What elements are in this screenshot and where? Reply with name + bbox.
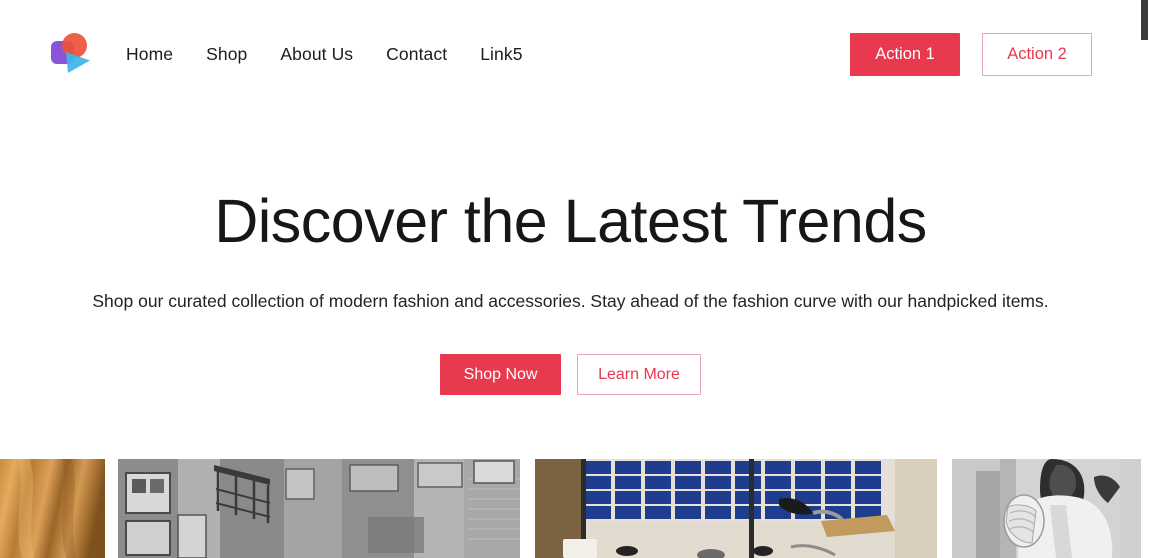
action-1-button[interactable]: Action 1 <box>850 33 960 76</box>
main-nav: Home Shop About Us Contact Link5 <box>126 44 523 65</box>
page-scrollbar-track[interactable] <box>1141 0 1149 558</box>
urban-street-image <box>118 459 520 558</box>
hero-section: Discover the Latest Trends Shop our cura… <box>0 110 1141 396</box>
gallery-image-3[interactable] <box>535 459 937 558</box>
nav-link-link5[interactable]: Link5 <box>480 44 522 65</box>
brand-logo-icon <box>51 33 90 73</box>
page-scrollbar-thumb[interactable] <box>1141 0 1148 40</box>
gallery-image-4[interactable] <box>952 459 1141 558</box>
gallery-image-2[interactable] <box>118 459 520 558</box>
fabric-texture-image <box>0 459 105 558</box>
header-actions: Action 1 Action 2 <box>850 33 1092 76</box>
gallery-image-1[interactable] <box>0 459 105 558</box>
nav-link-shop[interactable]: Shop <box>206 44 247 65</box>
action-2-button[interactable]: Action 2 <box>982 33 1092 76</box>
shoe-boxes-shelf-image <box>535 459 937 558</box>
nav-link-contact[interactable]: Contact <box>386 44 447 65</box>
hero-cta-group: Shop Now Learn More <box>0 354 1141 396</box>
nav-link-home[interactable]: Home <box>126 44 173 65</box>
image-gallery <box>0 459 1141 558</box>
shop-now-button[interactable]: Shop Now <box>440 354 562 396</box>
page-root: Home Shop About Us Contact Link5 Action … <box>0 0 1149 558</box>
hero-subtitle: Shop our curated collection of modern fa… <box>92 291 1049 312</box>
nav-link-about-us[interactable]: About Us <box>280 44 353 65</box>
hero-title: Discover the Latest Trends <box>214 187 927 255</box>
learn-more-button[interactable]: Learn More <box>577 354 701 396</box>
site-header: Home Shop About Us Contact Link5 Action … <box>0 0 1141 110</box>
brand-logo[interactable] <box>50 30 92 75</box>
lab-coat-person-image <box>952 459 1141 558</box>
